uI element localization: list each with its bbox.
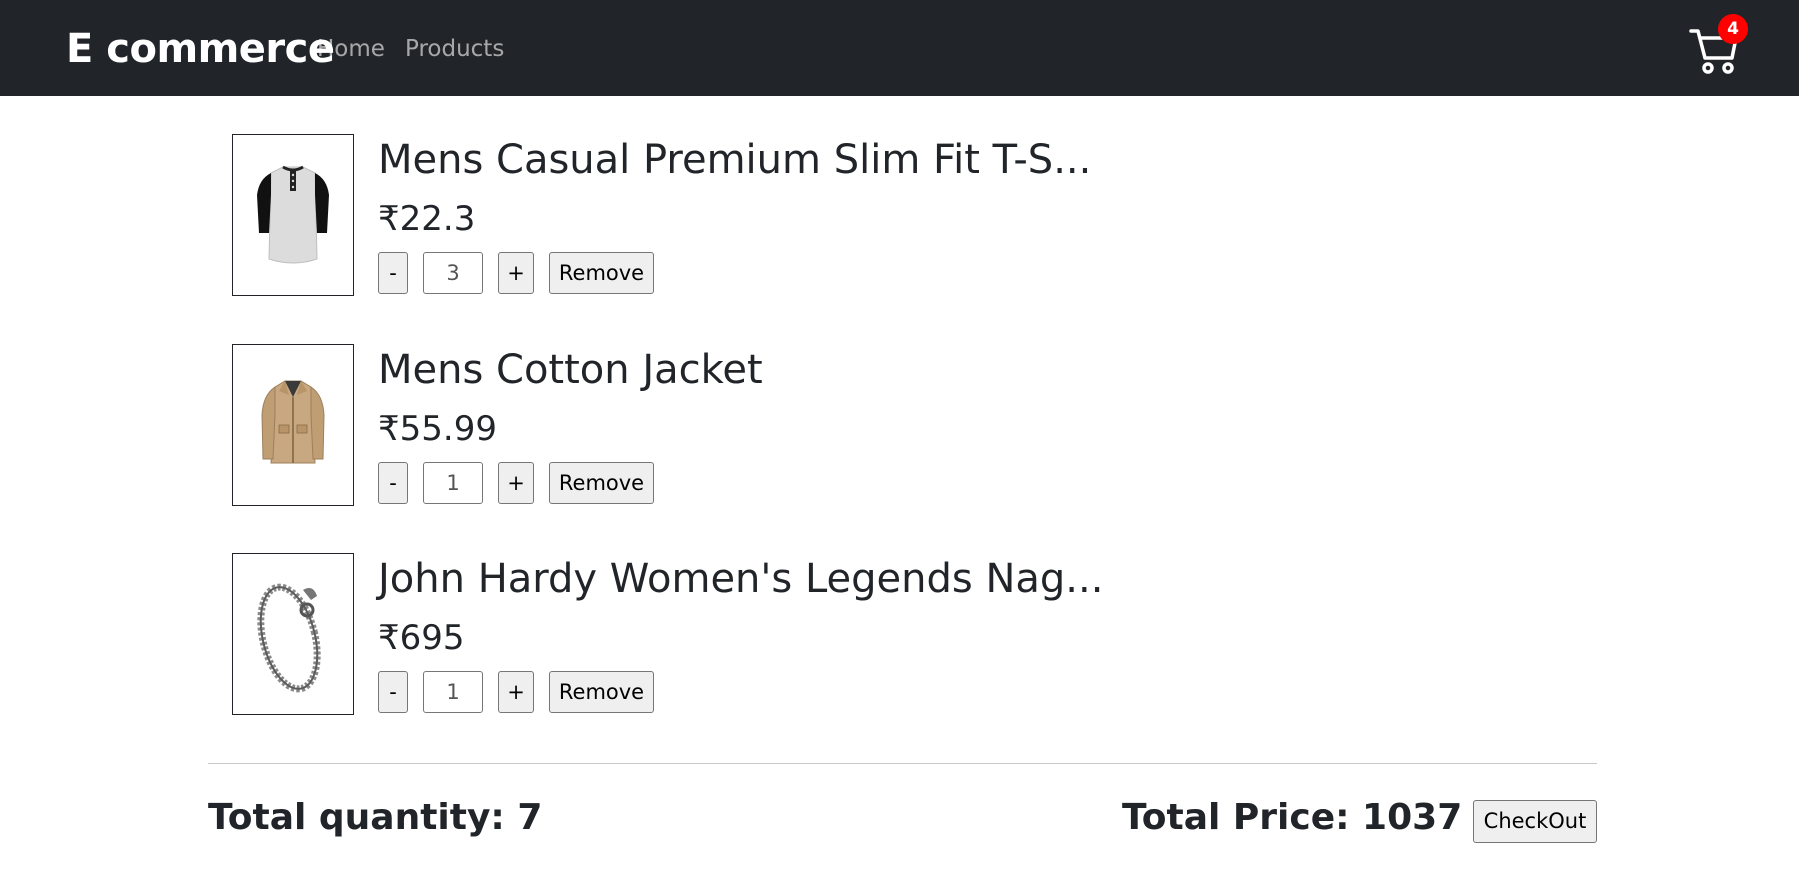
item-price: ₹695	[378, 618, 465, 658]
increase-quantity-button[interactable]: +	[498, 252, 534, 294]
nav-link-products[interactable]: Products	[405, 34, 504, 64]
remove-item-button[interactable]: Remove	[549, 462, 654, 504]
decrease-quantity-button[interactable]: -	[378, 252, 408, 294]
nav-link-home[interactable]: Home	[317, 34, 385, 64]
item-price: ₹55.99	[378, 409, 497, 449]
increase-quantity-button[interactable]: +	[498, 462, 534, 504]
cart-count-badge: 4	[1718, 14, 1748, 44]
cart-item: Mens Casual Premium Slim Fit T-S... ₹22.…	[232, 134, 1582, 298]
cart-item: John Hardy Women's Legends Nag... ₹695 -…	[232, 553, 1582, 717]
remove-item-button[interactable]: Remove	[549, 252, 654, 294]
quantity-field[interactable]: 1	[423, 462, 483, 504]
navbar: E commerce Home Products 4	[0, 0, 1799, 96]
checkout-button[interactable]: CheckOut	[1473, 800, 1597, 843]
cart-button[interactable]: 4	[1688, 14, 1748, 80]
increase-quantity-button[interactable]: +	[498, 671, 534, 713]
decrease-quantity-button[interactable]: -	[378, 462, 408, 504]
item-title[interactable]: John Hardy Women's Legends Nag...	[378, 553, 1103, 605]
decrease-quantity-button[interactable]: -	[378, 671, 408, 713]
remove-item-button[interactable]: Remove	[549, 671, 654, 713]
item-price: ₹22.3	[378, 199, 476, 239]
total-quantity: Total quantity: 7	[208, 797, 543, 838]
cart-item: Mens Cotton Jacket ₹55.99 - 1 + Remove	[232, 344, 1582, 508]
tshirt-image[interactable]	[232, 134, 354, 296]
jacket-image[interactable]	[232, 344, 354, 506]
bracelet-image[interactable]	[232, 553, 354, 715]
summary-divider	[208, 763, 1597, 764]
brand-logo[interactable]: E commerce	[66, 24, 335, 74]
quantity-field[interactable]: 3	[423, 252, 483, 294]
quantity-field[interactable]: 1	[423, 671, 483, 713]
item-title[interactable]: Mens Casual Premium Slim Fit T-S...	[378, 134, 1091, 186]
total-price: Total Price: 1037	[1122, 797, 1463, 838]
item-title[interactable]: Mens Cotton Jacket	[378, 344, 763, 396]
